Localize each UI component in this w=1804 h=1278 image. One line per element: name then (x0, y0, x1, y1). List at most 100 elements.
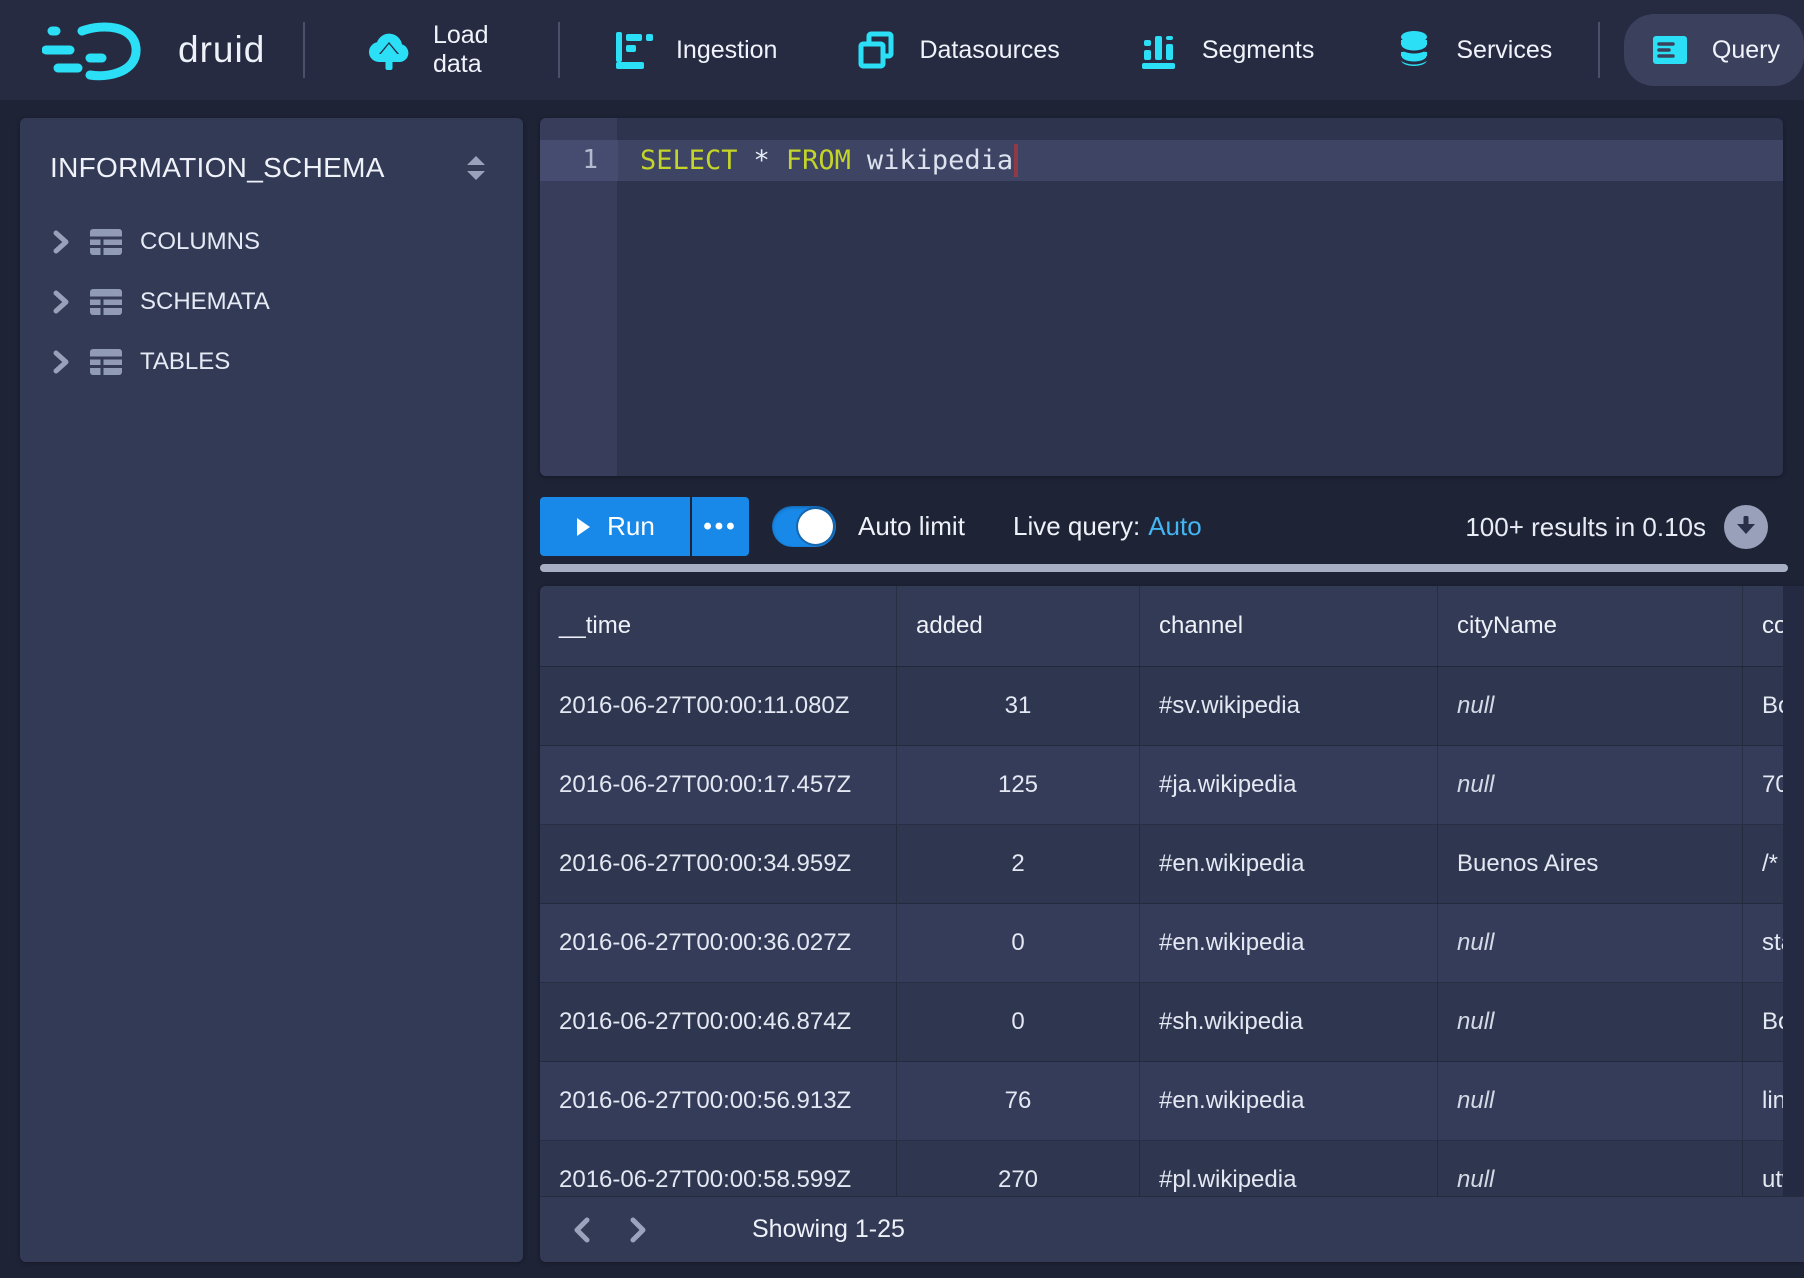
table-cell[interactable]: link (1743, 1062, 1783, 1140)
druid-wordmark: druid (178, 29, 265, 71)
query-toolbar: Run ••• Auto limit Live query:Auto 100+ … (540, 497, 1804, 557)
table-cell[interactable]: #en.wikipedia (1140, 825, 1438, 903)
table-cell[interactable]: 0 (897, 904, 1140, 982)
auto-limit-label[interactable]: Auto limit (858, 511, 965, 542)
live-query-value[interactable]: Auto (1148, 511, 1202, 541)
tree-item-schemata[interactable]: SCHEMATA (20, 272, 523, 332)
schema-title: INFORMATION_SCHEMA (50, 152, 385, 184)
table-cell[interactable]: 270 (897, 1141, 1140, 1196)
table-cell[interactable]: Bot (1743, 983, 1783, 1061)
table-cell[interactable]: sta (1743, 904, 1783, 982)
horizontal-scrollbar[interactable] (540, 564, 1788, 572)
table-cell[interactable]: 2016-06-27T00:00:17.457Z (540, 746, 897, 824)
table-icon (89, 287, 123, 317)
download-icon (1734, 514, 1758, 540)
auto-limit-toggle[interactable] (772, 506, 836, 547)
sql-keyword: SELECT (640, 140, 738, 181)
table-cell[interactable]: #en.wikipedia (1140, 904, 1438, 982)
table-cell[interactable]: #en.wikipedia (1140, 1062, 1438, 1140)
nav-item-services[interactable]: Services (1368, 14, 1576, 86)
table-cell[interactable]: 2016-06-27T00:00:46.874Z (540, 983, 897, 1061)
tree-item-label: TABLES (140, 348, 230, 376)
table-cell[interactable]: 2016-06-27T00:00:34.959Z (540, 825, 897, 903)
table-cell[interactable]: /* S (1743, 825, 1783, 903)
table-row: 2016-06-27T00:00:17.457Z125#ja.wikipedia… (540, 746, 1783, 825)
nav-item-ingestion[interactable]: Ingestion (588, 14, 801, 86)
table-cell[interactable]: #sh.wikipedia (1140, 983, 1438, 1061)
table-cell[interactable]: utw (1743, 1141, 1783, 1196)
top-nav: druid Load data (0, 0, 1804, 100)
table-cell[interactable]: null (1438, 1062, 1743, 1140)
cloud-upload-icon (365, 26, 413, 74)
vertical-scrollbar[interactable] (1783, 586, 1804, 1196)
table-icon (89, 227, 123, 257)
run-button[interactable]: Run (540, 497, 690, 556)
showing-results-label: Showing 1-25 (752, 1215, 905, 1244)
chevron-right-icon (50, 349, 72, 375)
previous-page-button[interactable] (562, 1210, 602, 1250)
nav-item-label: Ingestion (676, 36, 777, 65)
table-cell[interactable]: 125 (897, 746, 1140, 824)
table-cell[interactable]: #sv.wikipedia (1140, 667, 1438, 745)
nav-divider (1598, 22, 1600, 78)
table-cell[interactable]: 0 (897, 983, 1140, 1061)
table-cell[interactable]: null (1438, 1141, 1743, 1196)
results-table: __timeaddedchannelcityNamecomment 2016-0… (540, 586, 1783, 1196)
download-button[interactable] (1724, 505, 1768, 549)
sort-icon[interactable] (459, 148, 493, 188)
editor-gutter: 1 (540, 118, 618, 476)
table-cell[interactable]: Buenos Aires (1438, 825, 1743, 903)
column-header-comment[interactable]: comment (1743, 586, 1783, 666)
query-icon (1648, 28, 1692, 72)
table-cell[interactable]: 2016-06-27T00:00:56.913Z (540, 1062, 897, 1140)
table-row: 2016-06-27T00:00:46.874Z0#sh.wikipedianu… (540, 983, 1783, 1062)
table-cell[interactable]: #ja.wikipedia (1140, 746, 1438, 824)
nav-item-label: Load data (433, 21, 506, 79)
sql-editor[interactable]: 1 SELECT * FROM wikipedia (540, 118, 1783, 476)
druid-logo[interactable]: druid (42, 18, 265, 82)
tree-item-label: SCHEMATA (140, 288, 270, 316)
druid-logo-icon (42, 18, 162, 82)
sql-keyword: FROM (786, 140, 851, 181)
schema-sidebar: INFORMATION_SCHEMA COLUMNS (20, 118, 523, 1262)
table-row: 2016-06-27T00:00:34.959Z2#en.wikipediaBu… (540, 825, 1783, 904)
table-cell[interactable]: 2016-06-27T00:00:36.027Z (540, 904, 897, 982)
nav-item-segments[interactable]: Segments (1114, 14, 1339, 86)
table-cell[interactable]: 2016-06-27T00:00:58.599Z (540, 1141, 897, 1196)
table-cell[interactable]: null (1438, 746, 1743, 824)
column-header-cityName[interactable]: cityName (1438, 586, 1743, 666)
table-cell[interactable]: 31 (897, 667, 1140, 745)
table-cell[interactable]: null (1438, 983, 1743, 1061)
results-panel: __timeaddedchannelcityNamecomment 2016-0… (540, 586, 1804, 1262)
nav-divider (558, 22, 560, 78)
nav-item-datasources[interactable]: Datasources (831, 14, 1083, 86)
table-cell[interactable]: null (1438, 904, 1743, 982)
table-cell[interactable]: 2 (897, 825, 1140, 903)
services-icon (1392, 28, 1436, 72)
table-cell[interactable]: null (1438, 667, 1743, 745)
next-page-button[interactable] (618, 1210, 658, 1250)
live-query-label: Live query: (1013, 511, 1140, 541)
column-header-channel[interactable]: channel (1140, 586, 1438, 666)
chevron-right-icon (50, 229, 72, 255)
toggle-knob (798, 509, 833, 544)
line-number: 1 (540, 140, 618, 181)
column-header-added[interactable]: added (897, 586, 1140, 666)
table-cell[interactable]: 70. (1743, 746, 1783, 824)
nav-item-load-data[interactable]: Load data (341, 7, 530, 93)
nav-item-query[interactable]: Query (1624, 14, 1804, 86)
table-cell[interactable]: #pl.wikipedia (1140, 1141, 1438, 1196)
table-cell[interactable]: Bot (1743, 667, 1783, 745)
table-cell[interactable]: 76 (897, 1062, 1140, 1140)
schema-tree: COLUMNS SCHEMATA (20, 212, 523, 392)
nav-divider (303, 22, 305, 78)
table-row: 2016-06-27T00:00:36.027Z0#en.wikipedianu… (540, 904, 1783, 983)
nav-item-label: Segments (1202, 36, 1315, 65)
more-options-button[interactable]: ••• (692, 497, 749, 556)
tree-item-columns[interactable]: COLUMNS (20, 212, 523, 272)
column-header-time[interactable]: __time (540, 586, 897, 666)
tree-item-tables[interactable]: TABLES (20, 332, 523, 392)
table-icon (89, 347, 123, 377)
table-cell[interactable]: 2016-06-27T00:00:11.080Z (540, 667, 897, 745)
table-row: 2016-06-27T00:00:56.913Z76#en.wikipedian… (540, 1062, 1783, 1141)
